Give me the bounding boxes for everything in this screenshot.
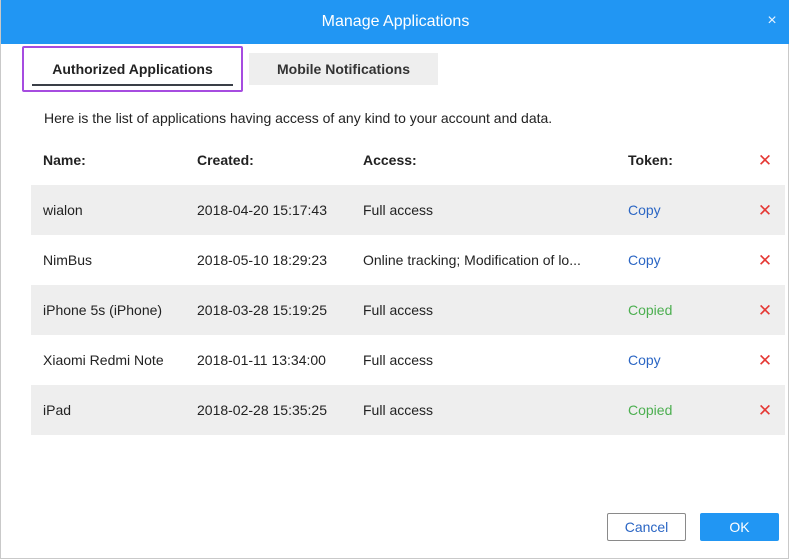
app-created: 2018-05-10 18:29:23 (197, 252, 327, 268)
app-name: iPad (43, 402, 72, 418)
applications-table: Name: Created: Access: Token: ✕ wialon 2… (31, 135, 785, 435)
copied-token-link[interactable]: Copied (628, 402, 728, 418)
copied-token-link[interactable]: Copied (628, 302, 728, 318)
ok-button[interactable]: OK (700, 513, 779, 541)
dialog-title: Manage Applications (321, 13, 470, 30)
header-name: Name: (43, 152, 86, 168)
app-created: 2018-01-11 13:34:00 (197, 352, 326, 368)
delete-icon[interactable]: ✕ (755, 402, 775, 419)
active-tab-underline (32, 84, 233, 86)
tab-label: Mobile Notifications (277, 61, 410, 77)
table-row: Xiaomi Redmi Note 2018-01-11 13:34:00 Fu… (31, 335, 785, 385)
copy-token-link[interactable]: Copy (628, 352, 728, 368)
app-created: 2018-03-28 15:19:25 (197, 302, 327, 318)
tab-label: Authorized Applications (52, 61, 213, 77)
manage-applications-dialog: Manage Applications × Authorized Applica… (0, 0, 789, 559)
app-access: Full access (363, 202, 434, 218)
tab-bar: Authorized Applications Mobile Notificat… (22, 46, 438, 92)
table-row: NimBus 2018-05-10 18:29:23 Online tracki… (31, 235, 785, 285)
copy-token-link[interactable]: Copy (628, 202, 728, 218)
dialog-titlebar: Manage Applications × (1, 0, 789, 44)
app-access: Full access (363, 352, 434, 368)
delete-icon[interactable]: ✕ (755, 352, 775, 369)
delete-all-icon[interactable]: ✕ (755, 152, 775, 169)
description-text: Here is the list of applications having … (44, 110, 553, 126)
header-token: Token: (628, 152, 673, 168)
table-row: iPad 2018-02-28 15:35:25 Full access Cop… (31, 385, 785, 435)
copy-token-link[interactable]: Copy (628, 252, 728, 268)
app-access: Online tracking; Modification of lo... (363, 252, 581, 268)
app-name: wialon (43, 202, 83, 218)
delete-icon[interactable]: ✕ (755, 252, 775, 269)
delete-icon[interactable]: ✕ (755, 202, 775, 219)
app-access: Full access (363, 302, 434, 318)
app-name: NimBus (43, 252, 93, 268)
table-row: iPhone 5s (iPhone) 2018-03-28 15:19:25 F… (31, 285, 785, 335)
app-name: iPhone 5s (iPhone) (43, 302, 163, 318)
app-access: Full access (363, 402, 434, 418)
header-access: Access: (363, 152, 417, 168)
delete-icon[interactable]: ✕ (755, 302, 775, 319)
app-created: 2018-04-20 15:17:43 (197, 202, 327, 218)
table-header: Name: Created: Access: Token: ✕ (31, 135, 785, 185)
tab-authorized-applications[interactable]: Authorized Applications (22, 46, 243, 92)
tab-mobile-notifications[interactable]: Mobile Notifications (249, 53, 438, 85)
app-name: Xiaomi Redmi Note (43, 352, 164, 368)
header-created: Created: (197, 152, 254, 168)
app-created: 2018-02-28 15:35:25 (197, 402, 327, 418)
table-row: wialon 2018-04-20 15:17:43 Full access C… (31, 185, 785, 235)
cancel-button[interactable]: Cancel (607, 513, 686, 541)
close-icon[interactable]: × (765, 13, 779, 29)
